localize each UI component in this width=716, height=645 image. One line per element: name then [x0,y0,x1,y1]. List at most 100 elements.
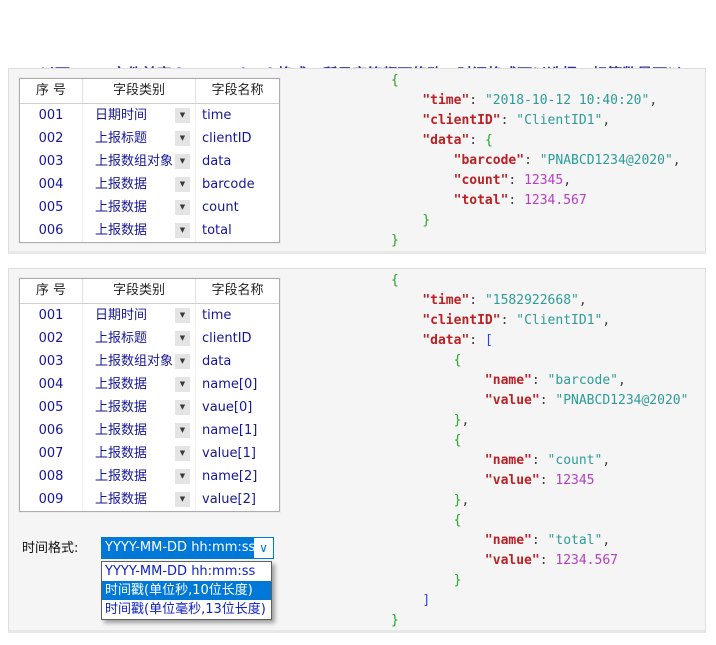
time-format-selected-value[interactable]: YYYY-MM-DD hh:mm:ss [102,538,254,558]
dropdown-arrow-icon[interactable]: ▼ [175,200,190,215]
dropdown-arrow-icon[interactable]: ▼ [175,446,190,461]
field-category[interactable]: 上报数组对象▼ [83,150,196,173]
table-row[interactable]: 001日期时间▼time [20,304,279,327]
dropdown-arrow-icon[interactable]: ▼ [175,492,190,507]
table-row[interactable]: 006上报数据▼name[1] [20,419,279,442]
table-row[interactable]: 005上报数据▼count [20,196,279,219]
chevron-down-icon[interactable]: ∨ [254,538,273,558]
row-number: 003 [20,350,83,373]
json-sample-array: { "time": "1582922668", "clientID": "Cli… [391,271,688,631]
table-row[interactable]: 003上报数组对象▼data [20,150,279,173]
field-name[interactable]: vaue[0] [196,396,279,419]
field-category[interactable]: 上报标题▼ [83,127,196,150]
field-category[interactable]: 上报数据▼ [83,219,196,242]
time-format-option-list: YYYY-MM-DD hh:mm:ss时间戳(单位秒,10位长度)时间戳(单位毫… [101,561,272,620]
field-name[interactable]: name[2] [196,465,279,488]
dropdown-arrow-icon[interactable]: ▼ [175,377,190,392]
field-table-header: 序 号字段类别字段名称 [20,79,279,104]
field-name[interactable]: barcode [196,173,279,196]
code-line: } [391,571,688,591]
dropdown-arrow-icon[interactable]: ▼ [175,354,190,369]
field-category[interactable]: 上报数据▼ [83,396,196,419]
field-category[interactable]: 上报数组对象▼ [83,350,196,373]
field-table-header: 序 号字段类别字段名称 [20,279,279,304]
table-row[interactable]: 001日期时间▼time [20,104,279,127]
dropdown-arrow-icon[interactable]: ▼ [175,308,190,323]
table-row[interactable]: 002上报标题▼clientID [20,327,279,350]
field-category[interactable]: 上报标题▼ [83,327,196,350]
field-name[interactable]: time [196,104,279,127]
code-line: } [391,231,681,251]
field-name[interactable]: value[2] [196,488,279,511]
table-row[interactable]: 003上报数组对象▼data [20,350,279,373]
dropdown-arrow-icon[interactable]: ▼ [175,154,190,169]
dropdown-arrow-icon[interactable]: ▼ [175,108,190,123]
field-category[interactable]: 上报数据▼ [83,488,196,511]
column-header: 字段类别 [83,79,196,103]
column-header: 字段名称 [196,79,279,103]
row-number: 005 [20,196,83,219]
table-row[interactable]: 005上报数据▼vaue[0] [20,396,279,419]
field-category[interactable]: 上报数据▼ [83,419,196,442]
time-format-option[interactable]: YYYY-MM-DD hh:mm:ss [102,562,271,581]
column-header: 序 号 [20,279,83,303]
json-sample-object: { "time": "2018-10-12 10:40:20", "client… [391,71,681,251]
field-name[interactable]: name[1] [196,419,279,442]
table-row[interactable]: 006上报数据▼total [20,219,279,242]
field-category[interactable]: 上报数据▼ [83,173,196,196]
dropdown-arrow-icon[interactable]: ▼ [175,400,190,415]
code-line: "value": "PNABCD1234@2020" [391,391,688,411]
time-format-option[interactable]: 时间戳(单位毫秒,13位长度) [102,600,271,619]
field-name[interactable]: total [196,219,279,242]
column-header: 字段名称 [196,279,279,303]
table-row[interactable]: 008上报数据▼name[2] [20,465,279,488]
table-row[interactable]: 004上报数据▼barcode [20,173,279,196]
dropdown-arrow-icon[interactable]: ▼ [175,469,190,484]
code-line: "clientID": "ClientID1", [391,111,681,131]
field-name[interactable]: count [196,196,279,219]
dropdown-arrow-icon[interactable]: ▼ [175,177,190,192]
field-category[interactable]: 上报数据▼ [83,196,196,219]
time-format-select[interactable]: YYYY-MM-DD hh:mm:ss ∨ [101,537,274,559]
field-name[interactable]: data [196,350,279,373]
field-name[interactable]: clientID [196,127,279,150]
field-category[interactable]: 上报数据▼ [83,465,196,488]
page: 以下JSON文件兼容{Key:Value}格式；所见字符都可修改，时间格式可以选… [0,0,716,645]
field-table-body: 001日期时间▼time002上报标题▼clientID003上报数组对象▼da… [20,304,279,511]
row-number: 001 [20,304,83,327]
field-category[interactable]: 上报数据▼ [83,373,196,396]
field-name[interactable]: clientID [196,327,279,350]
field-category[interactable]: 日期时间▼ [83,304,196,327]
dropdown-arrow-icon[interactable]: ▼ [175,423,190,438]
field-category[interactable]: 上报数据▼ [83,442,196,465]
field-category[interactable]: 日期时间▼ [83,104,196,127]
column-header: 字段类别 [83,279,196,303]
code-line: "count": 12345, [391,171,681,191]
table-row[interactable]: 009上报数据▼value[2] [20,488,279,511]
time-format-label: 时间格式: [22,538,78,560]
time-format-option[interactable]: 时间戳(单位秒,10位长度) [102,581,271,600]
dropdown-arrow-icon[interactable]: ▼ [175,131,190,146]
dropdown-arrow-icon[interactable]: ▼ [175,223,190,238]
field-name[interactable]: value[1] [196,442,279,465]
code-line: "data": [ [391,331,688,351]
code-line: "name": "count", [391,451,688,471]
row-number: 003 [20,150,83,173]
table-row[interactable]: 007上报数据▼value[1] [20,442,279,465]
dropdown-arrow-icon[interactable]: ▼ [175,331,190,346]
row-number: 007 [20,442,83,465]
code-line: { [391,511,688,531]
code-line: }, [391,411,688,431]
code-line: { [391,71,681,91]
code-line: "time": "2018-10-12 10:40:20", [391,91,681,111]
table-row[interactable]: 004上报数据▼name[0] [20,373,279,396]
row-number: 009 [20,488,83,511]
table-row[interactable]: 002上报标题▼clientID [20,127,279,150]
code-line: "name": "total", [391,531,688,551]
row-number: 004 [20,373,83,396]
panel-keyvalue-object-format: 序 号字段类别字段名称 001日期时间▼time002上报标题▼clientID… [8,68,706,254]
field-name[interactable]: data [196,150,279,173]
field-table: 序 号字段类别字段名称 001日期时间▼time002上报标题▼clientID… [19,278,280,512]
field-name[interactable]: name[0] [196,373,279,396]
field-name[interactable]: time [196,304,279,327]
